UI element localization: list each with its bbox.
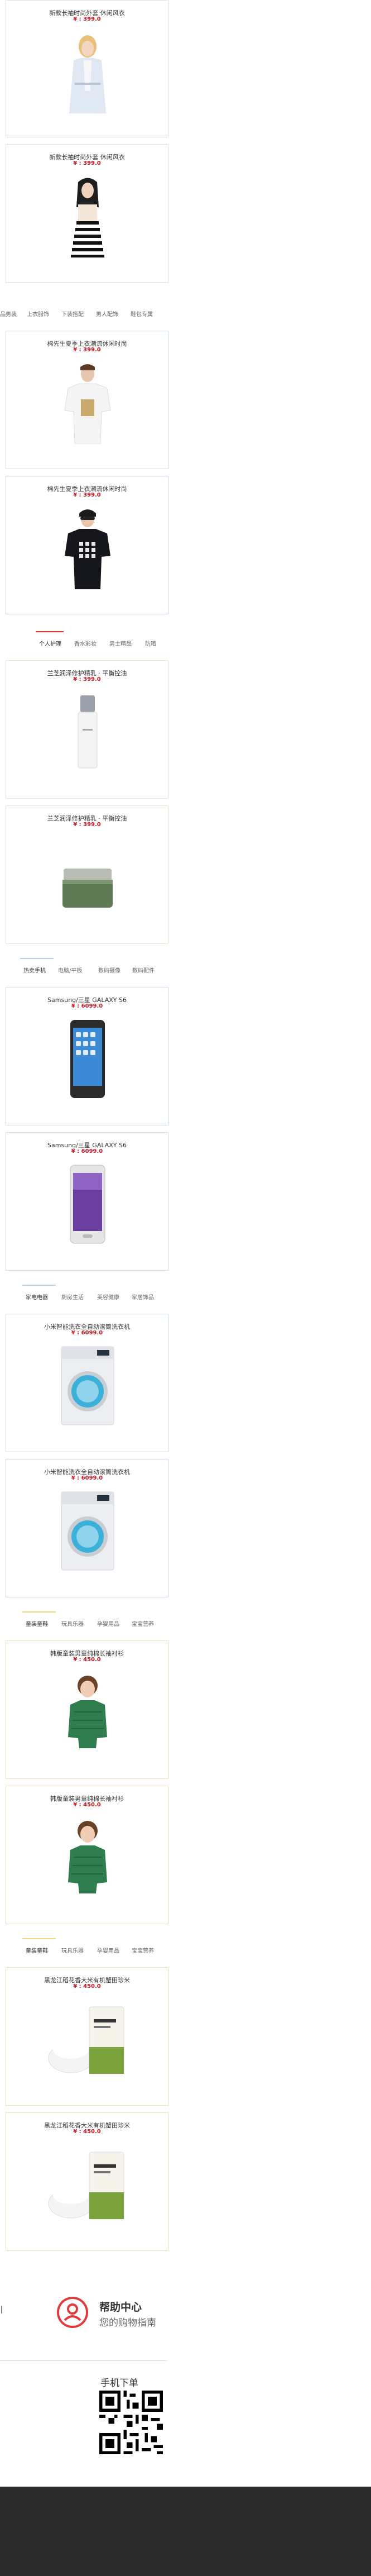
product-price: ¥ : 6099.0 [71, 1003, 103, 1009]
active-tab-underline [22, 1285, 56, 1286]
product-card[interactable]: 小米智能洗衣全自动滚筒洗衣机 ¥ : 6099.0 [6, 1314, 168, 1452]
product-image-boy-green-shirt[interactable] [46, 1815, 129, 1899]
product-image-woman-striped-dress[interactable] [46, 174, 129, 257]
product-image-phone-dark[interactable] [46, 1017, 129, 1100]
product-price: ¥ : 6099.0 [71, 1148, 103, 1155]
product-image-man-black-tee[interactable] [46, 505, 129, 589]
product-card[interactable]: 韩版童装男童纯棉长袖衬衫 ¥ : 450.0 [6, 1786, 168, 1924]
product-image-boy-green-shirt[interactable] [46, 1670, 129, 1754]
tab-kitchen-living[interactable]: 厨房生活 [61, 1292, 84, 1301]
tab-toys-instruments[interactable]: 玩具乐器 [61, 1946, 84, 1954]
category-tabs: 个人护理 香水彩妆 男士精品 防晒 [0, 637, 371, 649]
tab-accessories[interactable]: 男人配饰 [96, 309, 118, 318]
product-image-woman-coat[interactable] [46, 30, 129, 113]
active-tab-underline [20, 958, 54, 959]
page-bottom-bar [0, 2487, 371, 2576]
product-card[interactable]: 黑龙江稻花香大米有机蟹田珍米 ¥ : 450.0 [6, 1967, 168, 2106]
product-price: ¥ : 450.0 [73, 1983, 101, 1990]
active-tab-underline [36, 631, 64, 632]
product-image-skincare-bottle[interactable] [46, 690, 129, 774]
product-price: ¥ : 6099.0 [71, 1475, 103, 1481]
tab-kids-clothing[interactable]: 童装童鞋 [26, 1619, 48, 1628]
category-tabs: 品男装 上衣服饰 下装搭配 男人配饰 鞋包专属 [0, 307, 371, 319]
tab-kids-clothing[interactable]: 童装童鞋 [26, 1946, 48, 1954]
product-card[interactable]: 兰芝润泽修护精乳 · 平衡控油 ¥ : 399.0 [6, 805, 168, 944]
product-card[interactable]: 小米智能洗衣全自动滚筒洗衣机 ¥ : 6099.0 [6, 1459, 168, 1597]
tab-toys-instruments[interactable]: 玩具乐器 [61, 1619, 84, 1628]
tab-men-clothing[interactable]: 品男装 [0, 309, 17, 318]
help-center-icon[interactable] [56, 2296, 89, 2329]
tab-hot-phones[interactable]: 热卖手机 [23, 966, 46, 974]
tab-mens-grooming[interactable]: 男士精品 [109, 639, 132, 647]
product-image-washing-machine[interactable] [46, 1343, 129, 1427]
product-card[interactable]: 新款长袖时尚外套 休闲风衣 ¥ : 399.0 [6, 144, 168, 283]
product-price: ¥ : 450.0 [73, 1802, 101, 1808]
product-card[interactable]: 新款长袖时尚外套 休闲风衣 ¥ : 399.0 [6, 0, 168, 137]
footer-divider [0, 2360, 167, 2361]
product-price: ¥ : 399.0 [73, 347, 101, 353]
qr-code [99, 2391, 163, 2454]
product-price: ¥ : 399.0 [73, 822, 101, 828]
tab-baby-products[interactable]: 孕婴用品 [97, 1619, 119, 1628]
product-image-man-white-tee[interactable] [46, 360, 129, 444]
product-card[interactable]: 棉先生夏季上衣潮流休闲时尚 ¥ : 399.0 [6, 476, 168, 614]
partial-footer-icon [1, 2306, 2, 2313]
tab-digital-accessories[interactable]: 数码配件 [132, 966, 155, 974]
product-image-cream-jar[interactable] [46, 835, 129, 919]
tab-sunscreen[interactable]: 防晒 [145, 639, 156, 647]
product-price: ¥ : 399.0 [73, 160, 101, 166]
help-center-subtitle: 您的购物指南 [99, 2317, 156, 2329]
tab-baby-products[interactable]: 孕婴用品 [97, 1946, 119, 1954]
product-price: ¥ : 399.0 [73, 16, 101, 22]
product-card[interactable]: 韩版童装男童纯棉长袖衬衫 ¥ : 450.0 [6, 1640, 168, 1779]
tab-personal-care[interactable]: 个人护理 [39, 639, 61, 647]
tab-baby-nutrition[interactable]: 宝宝营养 [132, 1946, 154, 1954]
product-image-rice-bag[interactable] [46, 2142, 129, 2226]
product-card[interactable]: 棉先生夏季上衣潮流休闲时尚 ¥ : 399.0 [6, 331, 168, 469]
product-card[interactable]: 黑龙江稻花香大米有机蟹田珍米 ¥ : 450.0 [6, 2112, 168, 2251]
help-center-title[interactable]: 帮助中心 [99, 2299, 142, 2314]
tab-perfume-makeup[interactable]: 香水彩妆 [74, 639, 97, 647]
tab-home-decor[interactable]: 家居饰品 [132, 1292, 154, 1301]
product-image-rice-bag[interactable] [46, 1997, 129, 2081]
tab-beauty-health[interactable]: 美容健康 [97, 1292, 119, 1301]
category-tabs: 童装童鞋 玩具乐器 孕婴用品 宝宝营养 [0, 1944, 371, 1956]
product-price: ¥ : 399.0 [73, 676, 101, 683]
product-card[interactable]: Samsung/三星 GALAXY S6 ¥ : 6099.0 [6, 987, 168, 1125]
tab-computers-tablets[interactable]: 电脑/平板 [58, 966, 82, 974]
tab-tops[interactable]: 上衣服饰 [27, 309, 49, 318]
tab-home-appliances[interactable]: 家电电器 [26, 1292, 48, 1301]
product-image-phone-silver[interactable] [46, 1162, 129, 1246]
product-card[interactable]: 兰芝润泽修护精乳 · 平衡控油 ¥ : 399.0 [6, 660, 168, 799]
product-price: ¥ : 450.0 [73, 2129, 101, 2135]
mobile-order-title: 手机下单 [100, 2378, 138, 2389]
product-price: ¥ : 399.0 [73, 492, 101, 498]
product-image-washing-machine[interactable] [46, 1489, 129, 1572]
active-tab-underline [22, 1611, 56, 1613]
active-tab-underline [22, 1938, 56, 1939]
category-tabs: 家电电器 厨房生活 美容健康 家居饰品 [0, 1290, 371, 1303]
tab-bottoms[interactable]: 下装搭配 [61, 309, 84, 318]
tab-shoes-bags[interactable]: 鞋包专属 [131, 309, 153, 318]
category-tabs: 热卖手机 电脑/平板 数码摄像 数码配件 [0, 963, 371, 976]
product-card[interactable]: Samsung/三星 GALAXY S6 ¥ : 6099.0 [6, 1132, 168, 1271]
product-price: ¥ : 450.0 [73, 1657, 101, 1663]
category-tabs: 童装童鞋 玩具乐器 孕婴用品 宝宝营养 [0, 1617, 371, 1629]
tab-baby-nutrition[interactable]: 宝宝营养 [132, 1619, 154, 1628]
product-price: ¥ : 6099.0 [71, 1330, 103, 1336]
tab-cameras[interactable]: 数码摄像 [98, 966, 121, 974]
